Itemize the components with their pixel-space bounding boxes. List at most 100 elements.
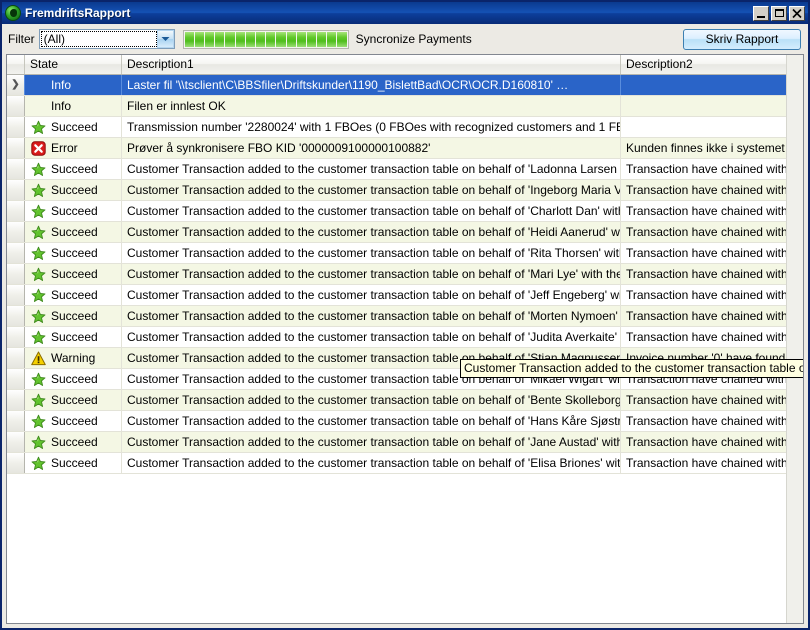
row-selector-cell[interactable] — [7, 243, 25, 263]
cell-description2[interactable]: Transaction have chained with th… — [621, 432, 803, 452]
table-row[interactable]: Succeed Customer Transaction added to the… — [7, 327, 803, 348]
table-row[interactable]: Succeed Customer Transaction added to the… — [7, 432, 803, 453]
row-selector-cell[interactable] — [7, 369, 25, 389]
filter-value[interactable]: (All) — [40, 31, 157, 47]
column-header-description1[interactable]: Description1 — [122, 55, 621, 74]
cell-description1[interactable]: Customer Transaction added to the custom… — [122, 285, 621, 305]
cell-description1[interactable]: Customer Transaction added to the custom… — [122, 306, 621, 326]
cell-description2[interactable]: Transaction have chained with th… — [621, 180, 803, 200]
table-row[interactable]: Succeed Customer Transaction added to the… — [7, 264, 803, 285]
cell-state[interactable]: Succeed — [25, 201, 122, 221]
column-header-description2[interactable]: Description2 — [621, 55, 803, 74]
close-button[interactable] — [789, 5, 805, 21]
cell-state[interactable]: Warning — [25, 348, 122, 368]
chevron-down-icon[interactable] — [156, 30, 174, 48]
cell-description1[interactable]: Transmission number '2280024' with 1 FBO… — [122, 117, 621, 137]
row-selector-cell[interactable] — [7, 117, 25, 137]
row-selector-cell[interactable] — [7, 222, 25, 242]
row-selector-cell[interactable] — [7, 264, 25, 284]
cell-description2[interactable] — [621, 117, 803, 137]
cell-state[interactable]: Succeed — [25, 432, 122, 452]
row-selector-cell[interactable]: ❯ — [7, 75, 25, 95]
cell-state[interactable]: Succeed — [25, 264, 122, 284]
cell-state[interactable]: Succeed — [25, 243, 122, 263]
row-selector-cell[interactable] — [7, 159, 25, 179]
row-selector-cell[interactable] — [7, 285, 25, 305]
row-selector-cell[interactable] — [7, 453, 25, 473]
print-report-button[interactable]: Skriv Rapport — [683, 28, 801, 50]
cell-description2[interactable]: Transaction have chained with th… — [621, 222, 803, 242]
cell-description2[interactable] — [621, 96, 803, 116]
table-row[interactable]: Succeed Customer Transaction added to the… — [7, 201, 803, 222]
cell-description2[interactable] — [621, 75, 803, 95]
cell-description1[interactable]: Customer Transaction added to the custom… — [122, 243, 621, 263]
title-bar[interactable]: FremdriftsRapport — [2, 2, 808, 24]
cell-state[interactable]: Succeed — [25, 222, 122, 242]
cell-description2[interactable]: Transaction have chained with th… — [621, 201, 803, 221]
cell-state[interactable]: Succeed — [25, 411, 122, 431]
row-selector-cell[interactable] — [7, 96, 25, 116]
filter-combobox[interactable]: (All) — [38, 29, 175, 49]
table-row[interactable]: Info Filen er innlest OK — [7, 96, 803, 117]
cell-state[interactable]: Succeed — [25, 180, 122, 200]
cell-description2[interactable]: Transaction have chained with th… — [621, 411, 803, 431]
row-selector-cell[interactable] — [7, 180, 25, 200]
cell-description1[interactable]: Customer Transaction added to the custom… — [122, 453, 621, 473]
table-row[interactable]: Succeed Customer Transaction added to the… — [7, 180, 803, 201]
cell-state[interactable]: Succeed — [25, 453, 122, 473]
cell-state[interactable]: Succeed — [25, 369, 122, 389]
minimize-button[interactable] — [753, 5, 769, 21]
cell-state[interactable]: Info — [25, 96, 122, 116]
cell-state[interactable]: Error — [25, 138, 122, 158]
cell-description1[interactable]: Laster fil '\\tsclient\C\BBSfiler\Drifts… — [122, 75, 621, 95]
cell-state[interactable]: Succeed — [25, 390, 122, 410]
cell-description1[interactable]: Customer Transaction added to the custom… — [122, 390, 621, 410]
cell-state[interactable]: Succeed — [25, 117, 122, 137]
row-selector-cell[interactable] — [7, 348, 25, 368]
table-row[interactable]: Succeed Customer Transaction added to the… — [7, 453, 803, 474]
cell-state[interactable]: Succeed — [25, 285, 122, 305]
cell-description1[interactable]: Customer Transaction added to the custom… — [122, 432, 621, 452]
cell-description2[interactable]: Transaction have chained with th… — [621, 264, 803, 284]
row-selector-cell[interactable] — [7, 327, 25, 347]
cell-description1[interactable]: Customer Transaction added to the custom… — [122, 201, 621, 221]
cell-description1[interactable]: Filen er innlest OK — [122, 96, 621, 116]
cell-description1[interactable]: Customer Transaction added to the custom… — [122, 159, 621, 179]
maximize-button[interactable] — [771, 5, 787, 21]
table-row[interactable]: Succeed Customer Transaction added to the… — [7, 285, 803, 306]
row-selector-cell[interactable] — [7, 432, 25, 452]
cell-description1[interactable]: Customer Transaction added to the custom… — [122, 411, 621, 431]
cell-description1[interactable]: Customer Transaction added to the custom… — [122, 327, 621, 347]
table-row[interactable]: Succeed Customer Transaction added to the… — [7, 159, 803, 180]
cell-description1[interactable]: Customer Transaction added to the custom… — [122, 222, 621, 242]
cell-state[interactable]: Succeed — [25, 327, 122, 347]
cell-description2[interactable]: Transaction have chained with th… — [621, 453, 803, 473]
column-header-selector[interactable] — [7, 55, 25, 74]
column-header-state[interactable]: State — [25, 55, 122, 74]
cell-description2[interactable]: Transaction have chained with th… — [621, 285, 803, 305]
grid-body[interactable]: ❯ Info Laster fil '\\tsclient\C\BBSfiler\D… — [7, 75, 803, 623]
cell-state[interactable]: Succeed — [25, 159, 122, 179]
cell-description2[interactable]: Transaction have chained with th… — [621, 327, 803, 347]
row-selector-cell[interactable] — [7, 138, 25, 158]
table-row[interactable]: Error Prøver å synkronisere FBO KID '0000… — [7, 138, 803, 159]
table-row[interactable]: Succeed Customer Transaction added to the… — [7, 390, 803, 411]
cell-description1[interactable]: Customer Transaction added to the custom… — [122, 180, 621, 200]
table-row[interactable]: Succeed Customer Transaction added to the… — [7, 222, 803, 243]
cell-state[interactable]: Info — [25, 75, 122, 95]
cell-description2[interactable]: Transaction have chained with th… — [621, 390, 803, 410]
row-selector-cell[interactable] — [7, 390, 25, 410]
cell-state[interactable]: Succeed — [25, 306, 122, 326]
cell-description2[interactable]: Transaction have chained with th… — [621, 159, 803, 179]
vertical-scrollbar[interactable] — [786, 55, 803, 623]
table-row[interactable]: Succeed Customer Transaction added to the… — [7, 411, 803, 432]
row-selector-cell[interactable] — [7, 306, 25, 326]
row-selector-cell[interactable] — [7, 411, 25, 431]
table-row[interactable]: ❯ Info Laster fil '\\tsclient\C\BBSfiler\D… — [7, 75, 803, 96]
cell-description2[interactable]: Kunden finnes ikke i systemet — [621, 138, 803, 158]
table-row[interactable]: Succeed Transmission number '2280024' wit… — [7, 117, 803, 138]
table-row[interactable]: Succeed Customer Transaction added to the… — [7, 306, 803, 327]
cell-description1[interactable]: Prøver å synkronisere FBO KID '000000910… — [122, 138, 621, 158]
cell-description2[interactable]: Transaction have chained with th… — [621, 306, 803, 326]
cell-description1[interactable]: Customer Transaction added to the custom… — [122, 264, 621, 284]
